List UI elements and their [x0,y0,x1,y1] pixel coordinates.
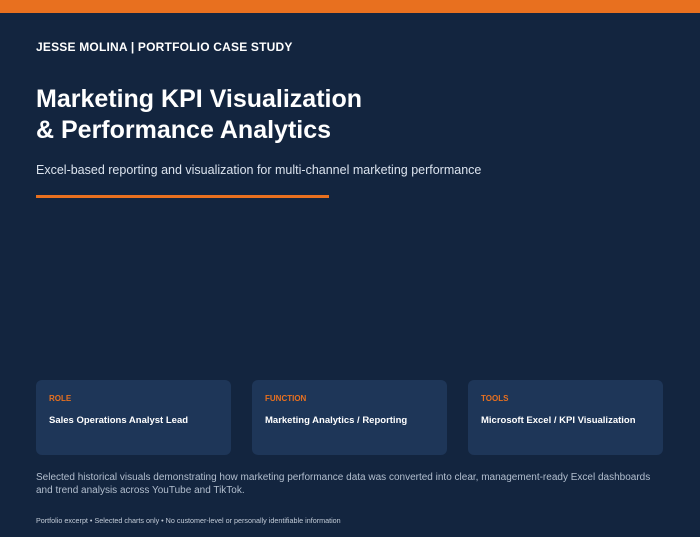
role-card: ROLE Sales Operations Analyst Lead [36,380,231,455]
case-study-description: Selected historical visuals demonstratin… [36,472,651,496]
function-card: FUNCTION Marketing Analytics / Reporting [252,380,447,455]
function-card-value: Marketing Analytics / Reporting [265,415,408,426]
page-title: Marketing KPI Visualization & Performanc… [36,84,362,146]
footnote: Portfolio excerpt • Selected charts only… [36,516,341,525]
top-accent-bar [0,0,700,13]
tools-card: TOOLS Microsoft Excel / KPI Visualizatio… [468,380,663,455]
title-line-2: & Performance Analytics [36,116,332,144]
tools-card-value: Microsoft Excel / KPI Visualization [481,415,636,426]
tools-card-label: TOOLS [481,394,509,403]
author-kicker: JESSE MOLINA | PORTFOLIO CASE STUDY [36,40,293,54]
role-card-value: Sales Operations Analyst Lead [49,415,189,426]
accent-divider [36,195,329,198]
function-card-label: FUNCTION [265,394,307,403]
title-line-1: Marketing KPI Visualization [36,85,363,113]
role-card-label: ROLE [49,394,72,403]
page-subtitle: Excel-based reporting and visualization … [36,163,482,177]
